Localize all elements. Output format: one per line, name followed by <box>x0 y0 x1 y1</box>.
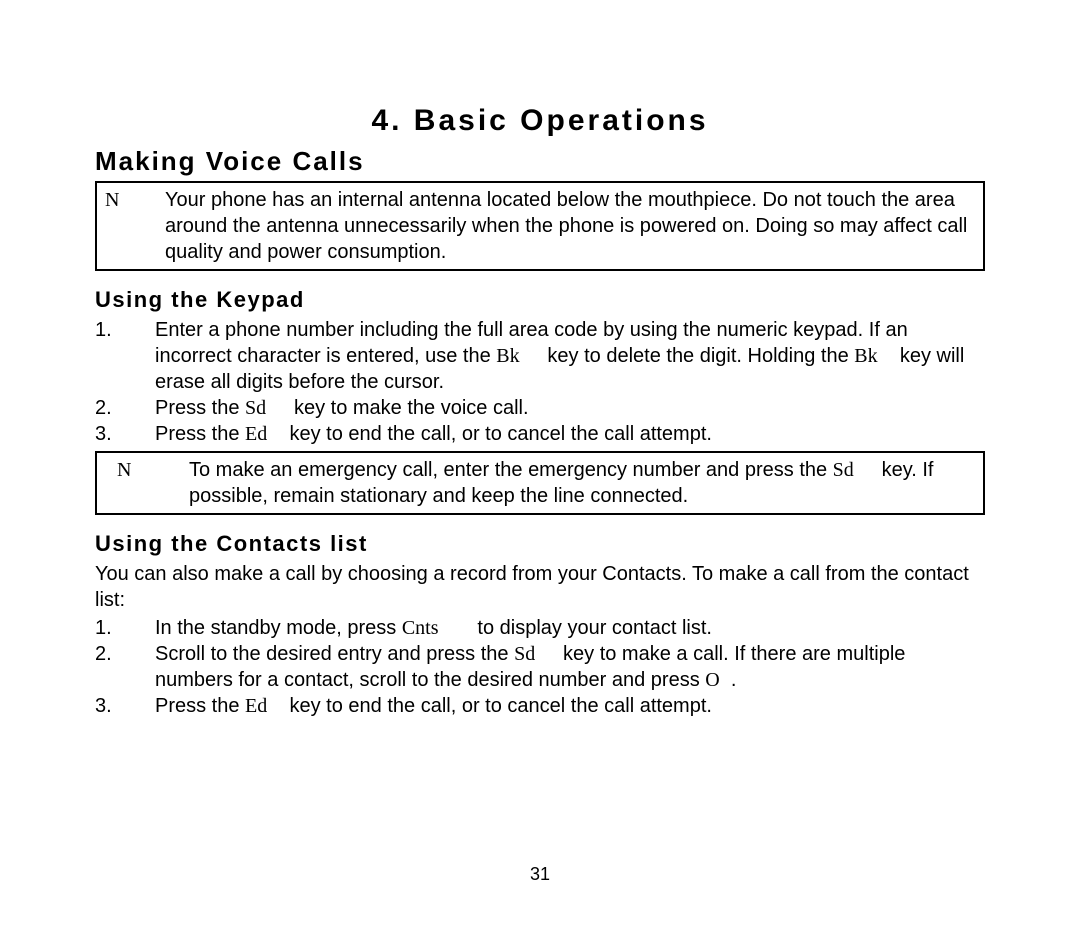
send-key-icon: Sd <box>514 643 535 665</box>
text: to display your contact list. <box>472 617 712 639</box>
note-text: Your phone has an internal antenna locat… <box>165 187 975 265</box>
contacts-steps: 1. In the standby mode, press Cnts to di… <box>95 615 985 719</box>
list-number: 2. <box>95 395 155 421</box>
list-item: 1. Enter a phone number including the fu… <box>95 317 985 395</box>
section-title: Making Voice Calls <box>95 146 985 177</box>
text: key to end the call, or to cancel the ca… <box>284 695 712 717</box>
list-text: Enter a phone number including the full … <box>155 317 985 395</box>
text: key to end the call, or to cancel the ca… <box>284 423 712 445</box>
list-item: 2. Press the Sd key to make the voice ca… <box>95 395 985 421</box>
text: Press the <box>155 695 245 717</box>
list-item: 3. Press the Ed key to end the call, or … <box>95 693 985 719</box>
list-item: 1. In the standby mode, press Cnts to di… <box>95 615 985 641</box>
page-number: 31 <box>0 864 1080 885</box>
text: key to delete the digit. Holding the <box>542 345 854 367</box>
list-number: 1. <box>95 317 155 343</box>
end-key-icon: Ed <box>245 423 267 445</box>
list-text: Press the Sd key to make the voice call. <box>155 395 985 421</box>
antenna-note: N Your phone has an internal antenna loc… <box>105 187 975 265</box>
manual-page: 4. Basic Operations Making Voice Calls N… <box>0 0 1080 925</box>
list-text: Press the Ed key to end the call, or to … <box>155 693 985 719</box>
list-number: 3. <box>95 693 155 719</box>
back-key-icon: Bk <box>854 345 877 367</box>
list-text: Press the Ed key to end the call, or to … <box>155 421 985 447</box>
antenna-note-box: N Your phone has an internal antenna loc… <box>95 181 985 271</box>
send-key-icon: Sd <box>833 459 854 481</box>
contacts-key-icon: Cnts <box>402 617 439 639</box>
emergency-note: N To make an emergency call, enter the e… <box>105 457 975 509</box>
text: key to make the voice call. <box>288 397 528 419</box>
send-key-icon: Sd <box>245 397 266 419</box>
subsection-keypad-title: Using the Keypad <box>95 287 985 313</box>
list-text: In the standby mode, press Cnts to displ… <box>155 615 985 641</box>
list-item: 3. Press the Ed key to end the call, or … <box>95 421 985 447</box>
end-key-icon: Ed <box>245 695 267 717</box>
note-marker-icon: N <box>105 457 189 483</box>
text: In the standby mode, press <box>155 617 402 639</box>
list-number: 3. <box>95 421 155 447</box>
note-text: To make an emergency call, enter the eme… <box>189 457 975 509</box>
list-item: 2. Scroll to the desired entry and press… <box>95 641 985 693</box>
keypad-steps: 1. Enter a phone number including the fu… <box>95 317 985 447</box>
text: . <box>731 669 737 691</box>
chapter-title: 4. Basic Operations <box>95 104 985 138</box>
text: Scroll to the desired entry and press th… <box>155 643 514 665</box>
back-key-icon: Bk <box>496 345 519 367</box>
text: Press the <box>155 423 245 445</box>
contacts-intro: You can also make a call by choosing a r… <box>95 561 985 613</box>
note-marker-icon: N <box>105 187 165 213</box>
ok-key-icon: O <box>705 669 719 691</box>
text: Press the <box>155 397 245 419</box>
list-number: 1. <box>95 615 155 641</box>
subsection-contacts-title: Using the Contacts list <box>95 531 985 557</box>
list-text: Scroll to the desired entry and press th… <box>155 641 985 693</box>
text: To make an emergency call, enter the eme… <box>189 459 833 481</box>
list-number: 2. <box>95 641 155 667</box>
emergency-note-box: N To make an emergency call, enter the e… <box>95 451 985 515</box>
